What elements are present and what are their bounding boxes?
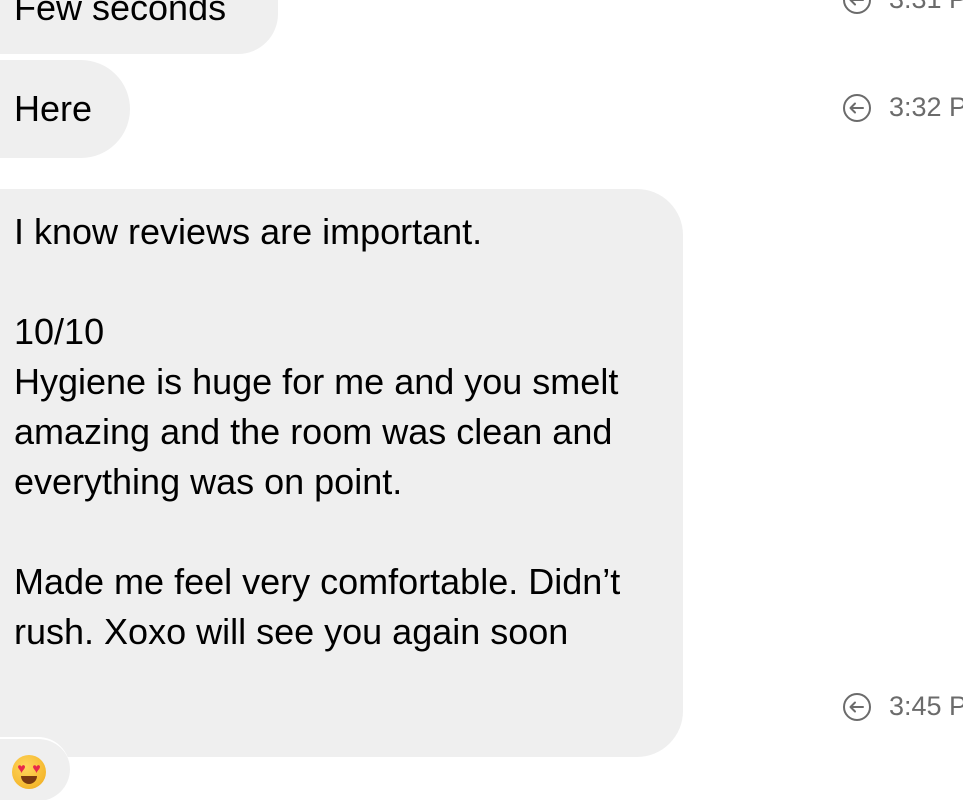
message-timestamp: 3:32 PM <box>889 92 963 122</box>
message-meta: 3:45 PM <box>842 691 963 722</box>
message-text: Here <box>14 88 93 129</box>
message-timestamp: 3:45 PM <box>889 691 963 721</box>
mouth-shape <box>21 776 37 784</box>
heart-icon: ♥ <box>32 760 41 776</box>
message-bubble[interactable]: I know reviews are important. 10/10 Hygi… <box>0 189 683 757</box>
heart-icon: ♥ <box>17 760 26 776</box>
message-thread: Few seconds 3:31 PM Here 3:32 PM I know … <box>0 0 963 800</box>
reply-arrow-icon[interactable] <box>842 692 872 722</box>
message-text: I know reviews are important. 10/10 Hygi… <box>14 211 621 652</box>
message-text: Few seconds <box>14 0 227 28</box>
reply-arrow-icon[interactable] <box>842 93 872 123</box>
reply-arrow-icon[interactable] <box>842 0 872 15</box>
message-timestamp: 3:31 PM <box>889 0 963 15</box>
smiling-face-with-heart-eyes-icon: ♥ ♥ <box>12 755 46 789</box>
emoji-message-bubble[interactable]: ♥ ♥ <box>0 737 70 800</box>
message-bubble[interactable]: Few seconds <box>0 0 278 54</box>
message-meta: 3:32 PM <box>842 92 963 123</box>
message-bubble[interactable]: Here <box>0 60 130 158</box>
message-meta: 3:31 PM <box>842 0 963 15</box>
